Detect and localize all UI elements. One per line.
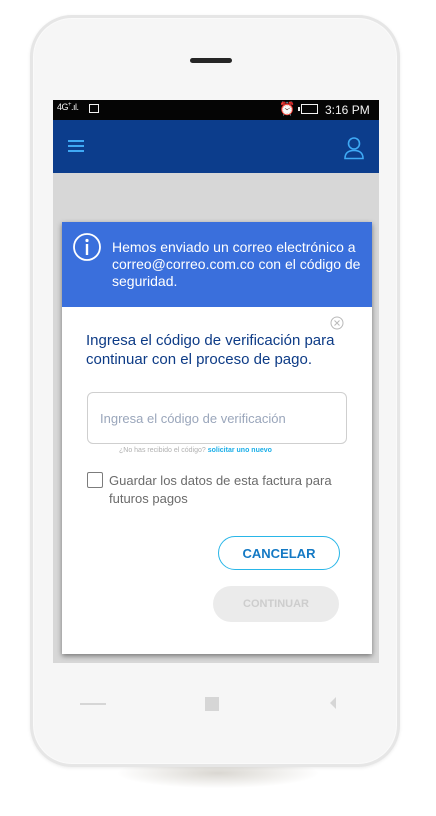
signal-icon: 4G+.ıl. [57,102,79,112]
hamburger-icon[interactable] [68,140,84,152]
cancel-button[interactable]: CANCELAR [218,536,340,570]
network-type: 4G [57,102,69,112]
app-bar [53,120,379,173]
dialog-header: Hemos enviado un correo electrónico a co… [62,222,372,307]
home-nav-icon[interactable] [205,697,219,711]
image-icon [89,104,99,113]
continue-button[interactable]: CONTINUAR [213,586,339,622]
resend-question: ¿No has recibido el código? [119,447,206,454]
save-invoice-checkbox[interactable] [87,472,103,488]
close-icon[interactable] [330,316,344,330]
network-sub: + [68,102,72,108]
info-icon [73,233,101,261]
phone-speaker [190,58,232,63]
save-invoice-label: Guardar los datos de esta factura para f… [109,473,332,506]
verification-prompt: Ingresa el código de verificación para c… [86,332,335,368]
resend-code-text: ¿No has recibido el código? solicitar un… [119,447,272,454]
user-icon[interactable] [343,136,365,160]
status-bar: 4G+.ıl. ⏰ 3:16 PM [53,100,379,120]
status-time: 3:16 PM [325,103,370,117]
resend-code-link[interactable]: solicitar uno nuevo [208,447,272,454]
verification-dialog: Hemos enviado un correo electrónico a co… [62,222,372,654]
recent-nav-icon[interactable] [330,697,336,709]
alarm-icon: ⏰ [279,101,296,116]
verification-code-input[interactable] [87,392,347,444]
back-nav-icon[interactable] [80,703,106,705]
battery-icon [298,104,318,114]
dialog-header-text: Hemos enviado un correo electrónico a co… [112,239,361,289]
